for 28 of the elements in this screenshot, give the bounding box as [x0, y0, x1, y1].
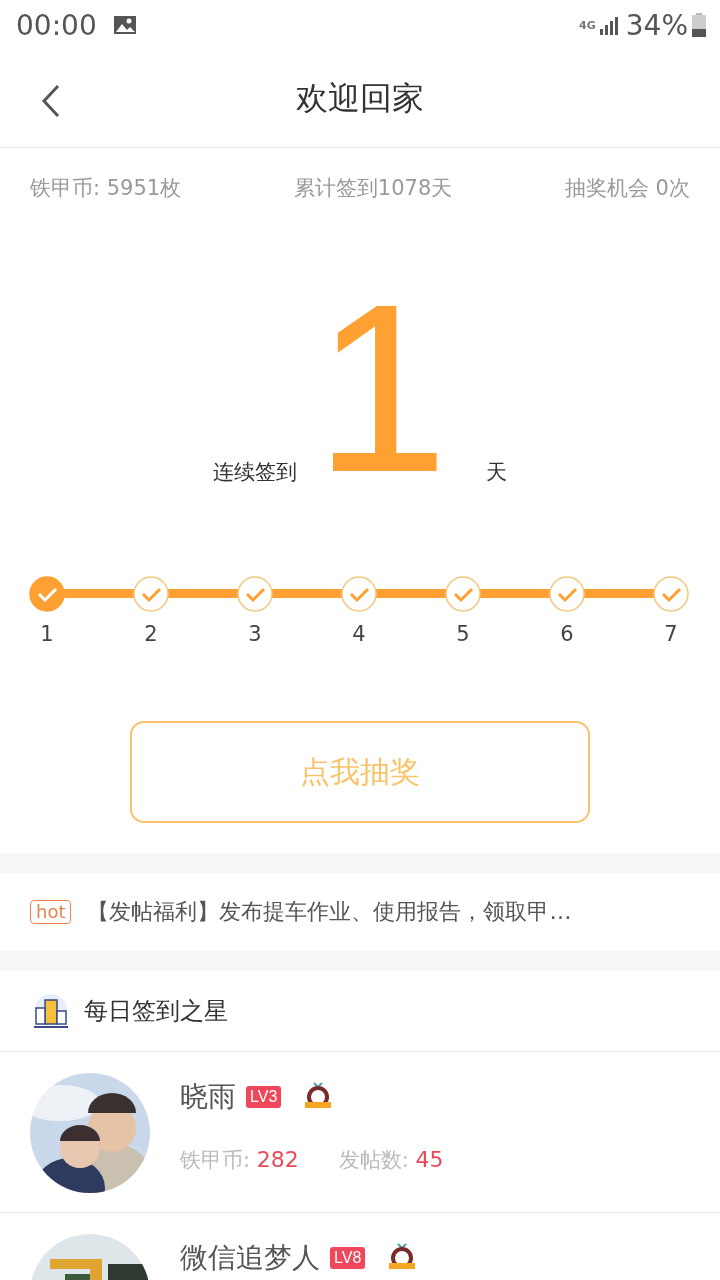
day-number: 4: [352, 622, 366, 646]
level-badge: LV3: [246, 1086, 282, 1108]
clock: 00:00: [16, 8, 97, 42]
streak-count: 1: [314, 293, 449, 483]
day-number: 1: [40, 622, 54, 646]
stat-text: 抽奖机会 0次: [564, 175, 690, 202]
day-number: 6: [560, 622, 574, 646]
network-type: 4G: [579, 19, 596, 31]
user-stat: 发帖数: 45: [338, 1146, 444, 1174]
user-stat: 铁甲币: 282: [180, 1146, 299, 1174]
level-badge: LV8: [330, 1247, 366, 1269]
page-title: 欢迎回家: [296, 77, 424, 119]
battery-icon: [692, 13, 706, 37]
user-name: 晓雨: [180, 1079, 236, 1115]
battery-level: 34%: [625, 8, 688, 42]
day-number: 7: [664, 622, 678, 646]
notice-link[interactable]: 【发帖福利】发布提车作业、使用报告，领取甲…: [87, 897, 572, 927]
user-name: 微信追梦人: [180, 1240, 320, 1276]
hot-tag: hot: [30, 900, 72, 924]
streak-label: 连续签到: [212, 459, 297, 486]
stat-text: 铁甲币: 5951枚: [30, 175, 182, 202]
section-title: 每日签到之星: [84, 996, 228, 1027]
day-number: 2: [144, 622, 158, 646]
stat-text: 累计签到1078天: [293, 175, 453, 202]
day-number: 5: [456, 622, 470, 646]
days-unit: 天: [486, 459, 508, 486]
day-number: 3: [248, 622, 262, 646]
image-icon: [112, 15, 137, 35]
